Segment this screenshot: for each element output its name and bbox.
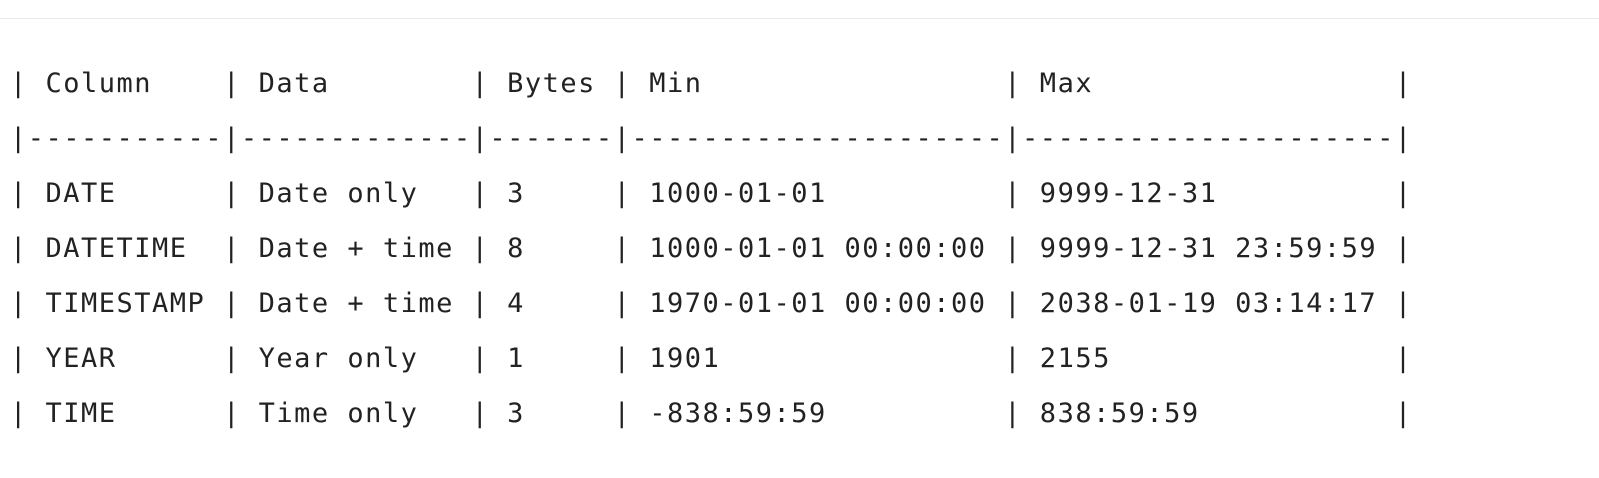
- ascii-table: | Column | Data | Bytes | Min | Max | |-…: [10, 56, 1413, 441]
- table-row-date: | DATE | Date only | 3 | 1000-01-01 | 99…: [10, 178, 1413, 209]
- table-row-timestamp: | TIMESTAMP | Date + time | 4 | 1970-01-…: [10, 288, 1413, 319]
- table-separator-row: |-----------|-------------|-------|-----…: [10, 123, 1413, 154]
- table-header-row: | Column | Data | Bytes | Min | Max |: [10, 68, 1413, 99]
- divider: [0, 18, 1599, 19]
- table-row-year: | YEAR | Year only | 1 | 1901 | 2155 |: [10, 343, 1413, 374]
- table-row-time: | TIME | Time only | 3 | -838:59:59 | 83…: [10, 398, 1413, 429]
- table-row-datetime: | DATETIME | Date + time | 8 | 1000-01-0…: [10, 233, 1413, 264]
